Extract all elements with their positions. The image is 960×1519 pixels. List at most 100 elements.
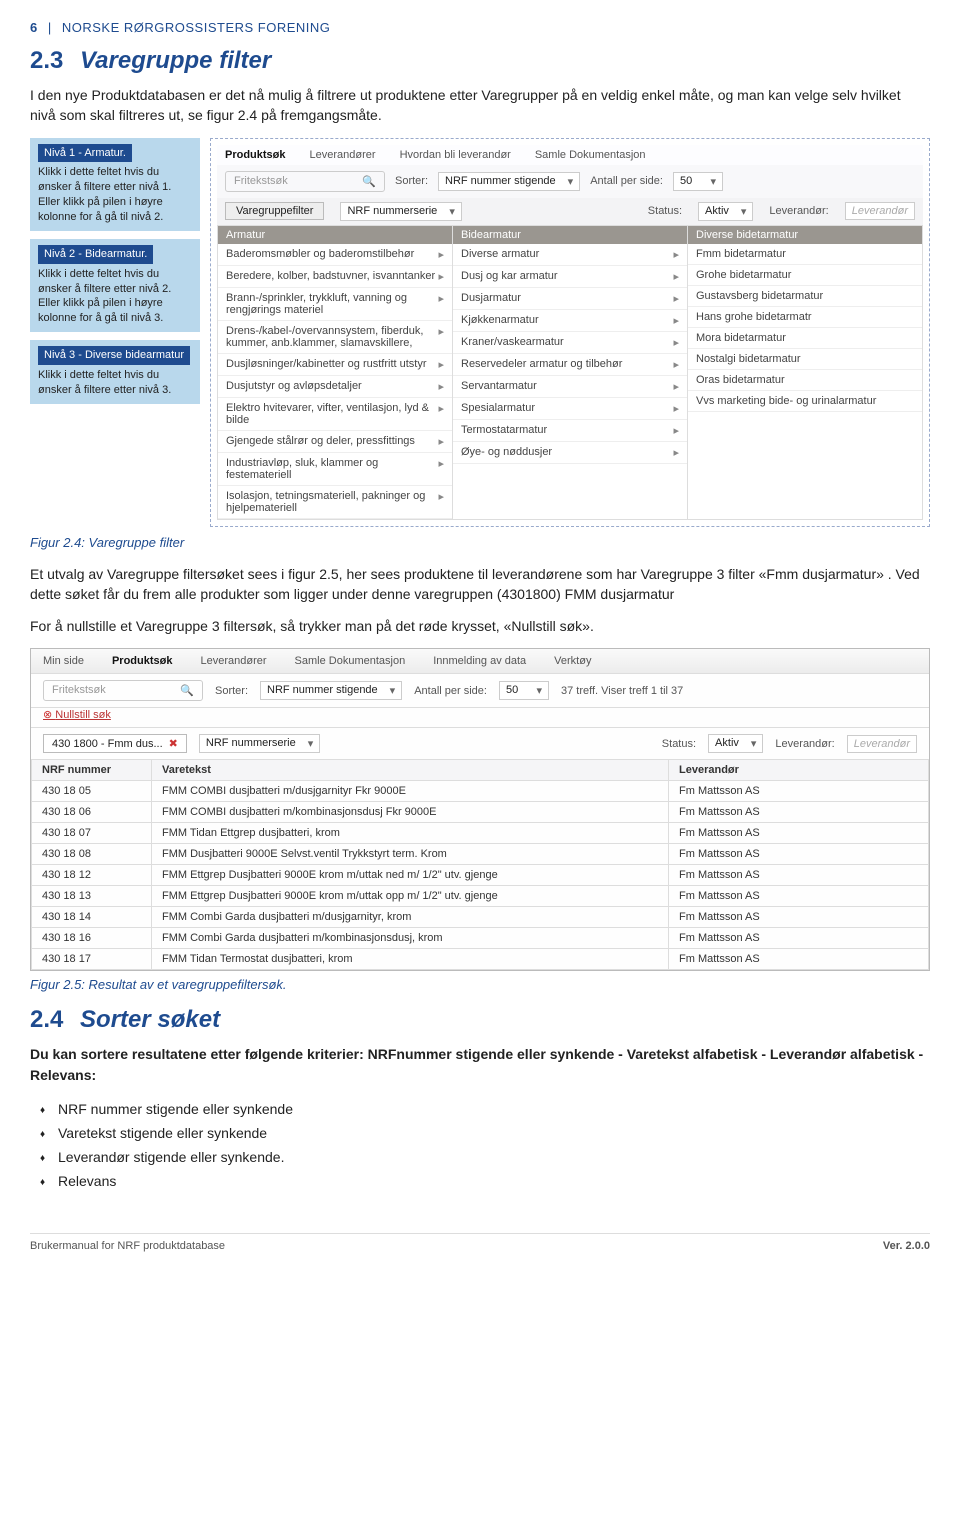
nav2-produktsok[interactable]: Produktsøk: [112, 655, 173, 667]
chevron-right-icon[interactable]: ▸: [673, 314, 679, 327]
leverandor-input-2[interactable]: Leverandør: [847, 735, 917, 753]
table-row[interactable]: 430 18 14FMM Combi Garda dusjbatteri m/d…: [32, 907, 929, 928]
varegruppe-item[interactable]: Øye- og nøddusjer▸: [453, 442, 687, 464]
table-row[interactable]: 430 18 07FMM Tidan Ettgrep dusjbatteri, …: [32, 823, 929, 844]
nav-produktsok[interactable]: Produktsøk: [225, 149, 286, 161]
col1-header[interactable]: Armatur: [218, 226, 452, 244]
chevron-right-icon[interactable]: ▸: [673, 402, 679, 415]
varegruppe-item[interactable]: Mora bidetarmatur: [688, 328, 922, 349]
status-select-2[interactable]: Aktiv: [708, 734, 763, 753]
nav2-minside[interactable]: Min side: [43, 655, 84, 667]
varegruppe-item-label: Kraner/vaskearmatur: [461, 336, 564, 349]
filter-chip[interactable]: 430 1800 - Fmm dus... ✖: [43, 734, 187, 753]
varegruppe-item[interactable]: Brann-/sprinkler, trykkluft, vanning og …: [218, 288, 452, 321]
varegruppe-item[interactable]: Hans grohe bidetarmatr: [688, 307, 922, 328]
varegruppe-item[interactable]: Dusj og kar armatur▸: [453, 266, 687, 288]
table-row[interactable]: 430 18 05FMM COMBI dusjbatteri m/dusjgar…: [32, 781, 929, 802]
varegruppe-item[interactable]: Gjengede stålrør og deler, pressfittings…: [218, 431, 452, 453]
leverandor-label-2: Leverandør:: [775, 738, 834, 750]
varegruppe-item[interactable]: Drens-/kabel-/overvannsystem, fiberduk, …: [218, 321, 452, 354]
chevron-right-icon[interactable]: ▸: [438, 325, 444, 349]
col3-header[interactable]: Diverse bidetarmatur: [688, 226, 922, 244]
nav-samle[interactable]: Samle Dokumentasjon: [535, 149, 646, 161]
chevron-right-icon[interactable]: ▸: [438, 435, 444, 448]
search-input-2[interactable]: Fritekstsøk 🔍: [43, 680, 203, 701]
varegruppe-item-label: Kjøkkenarmatur: [461, 314, 539, 327]
th-varetekst[interactable]: Varetekst: [152, 760, 669, 781]
chevron-right-icon[interactable]: ▸: [438, 292, 444, 316]
chevron-right-icon[interactable]: ▸: [438, 490, 444, 514]
chevron-right-icon[interactable]: ▸: [673, 424, 679, 437]
th-nrf[interactable]: NRF nummer: [32, 760, 152, 781]
varegruppe-item[interactable]: Servantarmatur▸: [453, 376, 687, 398]
chevron-right-icon[interactable]: ▸: [673, 358, 679, 371]
varegruppe-item-label: Gustavsberg bidetarmatur: [696, 290, 823, 302]
varegruppe-item[interactable]: Elektro hvitevarer, vifter, ventilasjon,…: [218, 398, 452, 431]
table-row[interactable]: 430 18 17FMM Tidan Termostat dusjbatteri…: [32, 949, 929, 970]
nrf-serie-select[interactable]: NRF nummerserie: [340, 202, 461, 221]
close-icon[interactable]: ✖: [169, 737, 178, 750]
table-row[interactable]: 430 18 06FMM COMBI dusjbatteri m/kombina…: [32, 802, 929, 823]
leverandor-input[interactable]: Leverandør: [845, 202, 915, 220]
varegruppe-item[interactable]: Termostatarmatur▸: [453, 420, 687, 442]
table-cell: FMM Dusjbatteri 9000E Selvst.ventil Tryk…: [152, 844, 669, 865]
varegruppe-item-label: Dusjutstyr og avløpsdetaljer: [226, 380, 362, 393]
nav-leverandorer[interactable]: Leverandører: [310, 149, 376, 161]
section-2-3-heading: 2.3 Varegruppe filter: [30, 47, 930, 75]
chevron-right-icon[interactable]: ▸: [673, 248, 679, 261]
varegruppe-item-label: Oras bidetarmatur: [696, 374, 785, 386]
varegruppe-item[interactable]: Dusjløsninger/kabinetter og rustfritt ut…: [218, 354, 452, 376]
nav2-samle[interactable]: Samle Dokumentasjon: [295, 655, 406, 667]
varegruppe-item[interactable]: Beredere, kolber, badstuvner, isvanntank…: [218, 266, 452, 288]
nav-hvordan[interactable]: Hvordan bli leverandør: [400, 149, 511, 161]
perpage-select[interactable]: 50: [673, 172, 723, 191]
chevron-right-icon[interactable]: ▸: [438, 457, 444, 481]
table-cell: FMM Ettgrep Dusjbatteri 9000E krom m/utt…: [152, 865, 669, 886]
table-row[interactable]: 430 18 13FMM Ettgrep Dusjbatteri 9000E k…: [32, 886, 929, 907]
varegruppe-item[interactable]: Reservedeler armatur og tilbehør▸: [453, 354, 687, 376]
chevron-right-icon[interactable]: ▸: [438, 380, 444, 393]
perpage-select-2[interactable]: 50: [499, 681, 549, 700]
varegruppe-item[interactable]: Vvs marketing bide- og urinalarmatur: [688, 391, 922, 412]
reset-search-link[interactable]: Nullstill søk: [43, 708, 111, 721]
section-title: Sorter søket: [80, 1006, 220, 1033]
varegruppe-item[interactable]: Dusjutstyr og avløpsdetaljer ▸: [218, 376, 452, 398]
nav2-leverandorer[interactable]: Leverandører: [200, 655, 266, 667]
chevron-right-icon[interactable]: ▸: [673, 292, 679, 305]
status-select[interactable]: Aktiv: [698, 202, 753, 221]
varegruppe-item[interactable]: Dusjarmatur▸: [453, 288, 687, 310]
col2-header[interactable]: Bidearmatur: [453, 226, 687, 244]
th-leverandor[interactable]: Leverandør: [669, 760, 929, 781]
varegruppe-item[interactable]: Isolasjon, tetningsmateriell, pakninger …: [218, 486, 452, 519]
varegruppefilter-button[interactable]: Varegruppefilter: [225, 202, 324, 220]
varegruppe-item[interactable]: Diverse armatur▸: [453, 244, 687, 266]
chevron-right-icon[interactable]: ▸: [438, 270, 444, 283]
varegruppe-item[interactable]: Kjøkkenarmatur ▸: [453, 310, 687, 332]
table-row[interactable]: 430 18 12FMM Ettgrep Dusjbatteri 9000E k…: [32, 865, 929, 886]
table-row[interactable]: 430 18 16FMM Combi Garda dusjbatteri m/k…: [32, 928, 929, 949]
varegruppe-item[interactable]: Fmm bidetarmatur: [688, 244, 922, 265]
varegruppe-item[interactable]: Grohe bidetarmatur: [688, 265, 922, 286]
chevron-right-icon[interactable]: ▸: [673, 380, 679, 393]
varegruppe-item[interactable]: Spesialarmatur▸: [453, 398, 687, 420]
varegruppe-item[interactable]: Industriavløp, sluk, klammer og festemat…: [218, 453, 452, 486]
chevron-right-icon[interactable]: ▸: [673, 270, 679, 283]
varegruppe-item[interactable]: Gustavsberg bidetarmatur: [688, 286, 922, 307]
nav2-innmelding[interactable]: Innmelding av data: [433, 655, 526, 667]
varegruppe-item[interactable]: Kraner/vaskearmatur ▸: [453, 332, 687, 354]
chevron-right-icon[interactable]: ▸: [438, 248, 444, 261]
varegruppe-item-label: Elektro hvitevarer, vifter, ventilasjon,…: [226, 402, 438, 426]
varegruppe-item[interactable]: Oras bidetarmatur: [688, 370, 922, 391]
chevron-right-icon[interactable]: ▸: [673, 336, 679, 349]
chevron-right-icon[interactable]: ▸: [673, 446, 679, 459]
chevron-right-icon[interactable]: ▸: [438, 402, 444, 426]
sort-select-2[interactable]: NRF nummer stigende: [260, 681, 402, 700]
varegruppe-item[interactable]: Nostalgi bidetarmatur: [688, 349, 922, 370]
nav2-verktoy[interactable]: Verktøy: [554, 655, 591, 667]
varegruppe-item[interactable]: Baderomsmøbler og baderomstilbehør▸: [218, 244, 452, 266]
nrf-serie-select-2[interactable]: NRF nummerserie: [199, 734, 320, 753]
sort-select[interactable]: NRF nummer stigende: [438, 172, 580, 191]
chevron-right-icon[interactable]: ▸: [438, 358, 444, 371]
search-input[interactable]: Fritekstsøk 🔍: [225, 171, 385, 192]
table-row[interactable]: 430 18 08FMM Dusjbatteri 9000E Selvst.ve…: [32, 844, 929, 865]
